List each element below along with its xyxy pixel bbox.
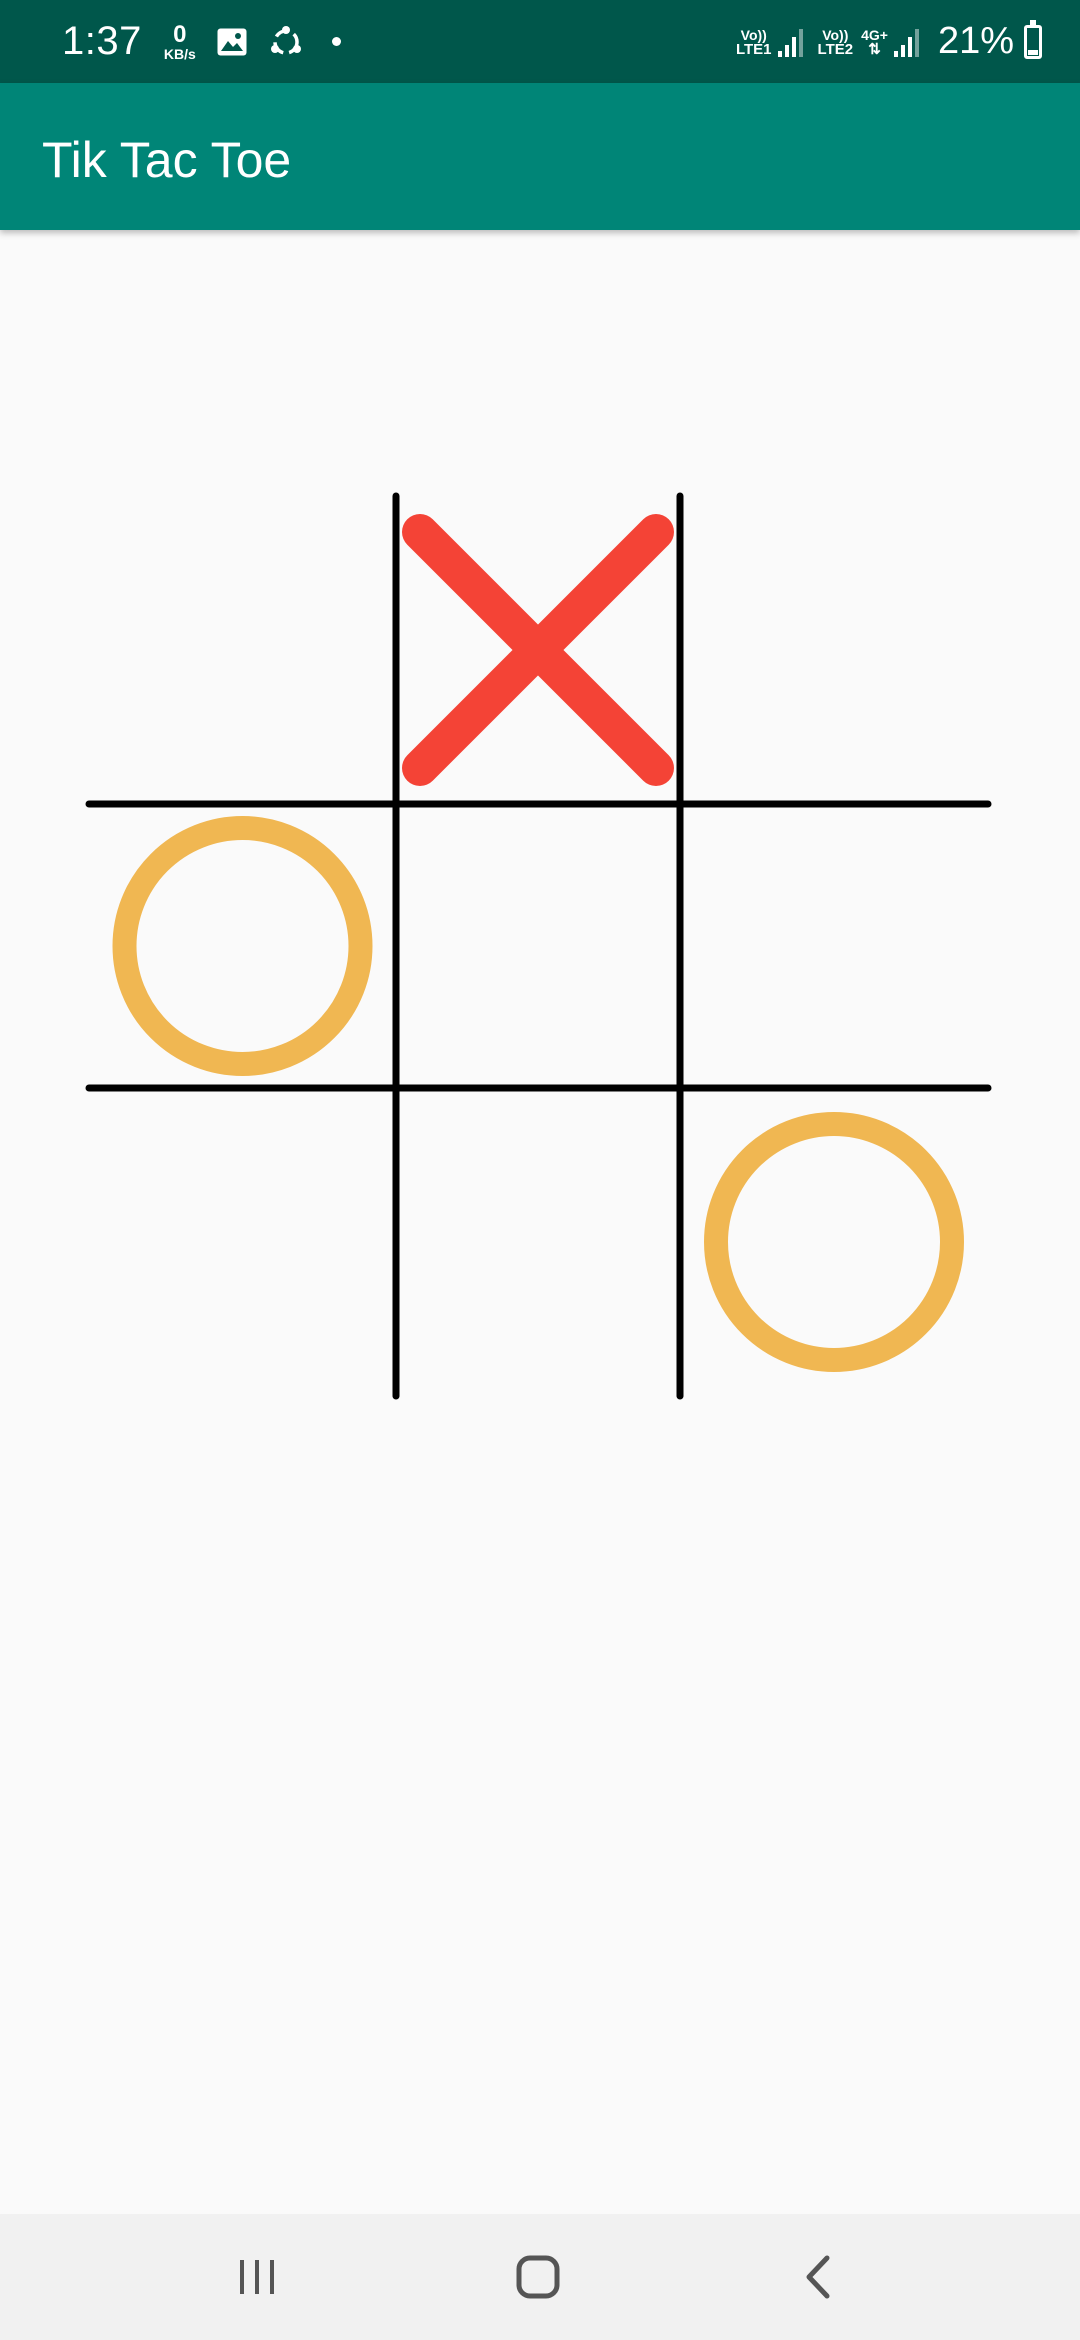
board-cell-0-0[interactable] [89, 496, 396, 804]
board-cell-2-1[interactable] [396, 1088, 680, 1396]
board-cells [89, 496, 988, 1396]
board-cell-1-1[interactable] [396, 804, 680, 1088]
board-cell-2-0[interactable] [89, 1088, 396, 1396]
recent-apps-button[interactable] [167, 2214, 347, 2340]
game-board [85, 492, 992, 1400]
board-cell-0-2[interactable] [680, 496, 988, 804]
home-icon [516, 2255, 560, 2299]
recent-apps-icon [240, 2260, 274, 2294]
back-button[interactable] [728, 2214, 908, 2340]
back-icon [806, 2255, 830, 2299]
home-button[interactable] [448, 2214, 628, 2340]
board-cell-1-2[interactable] [680, 804, 988, 1088]
navigation-bar [0, 2214, 1080, 2340]
